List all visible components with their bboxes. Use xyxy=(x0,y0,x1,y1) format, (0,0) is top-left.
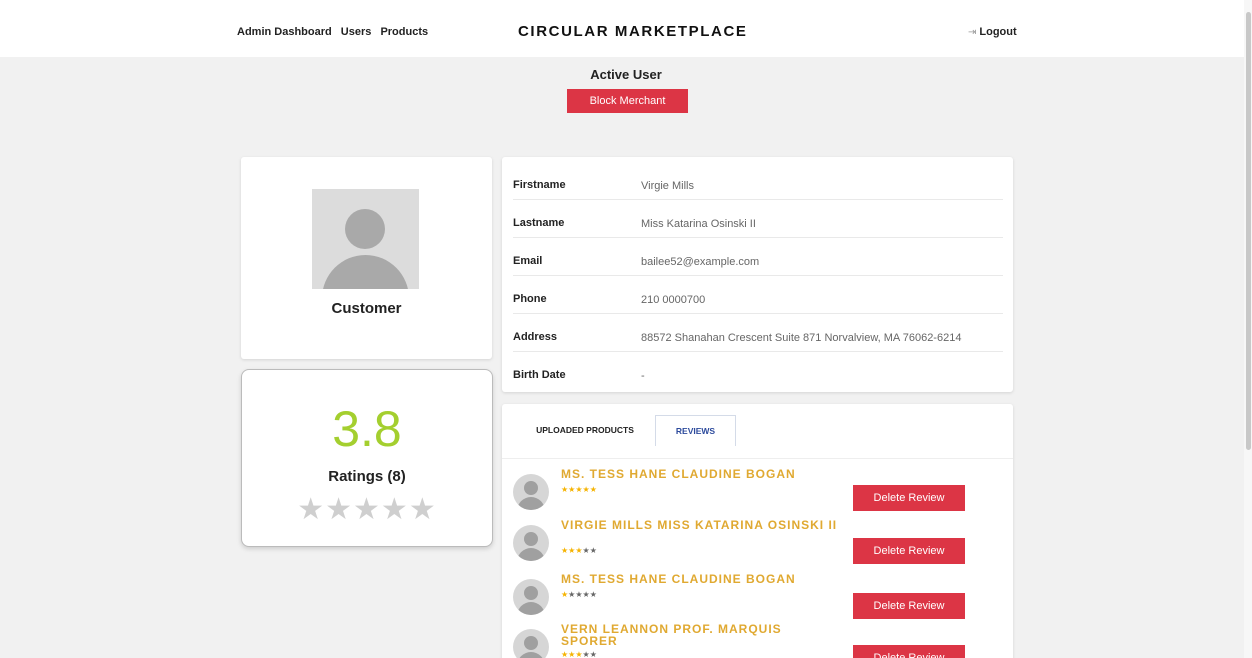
reviewer-avatar-icon xyxy=(513,629,549,658)
review-item: MS. TESS HANE CLAUDINE BOGAN ★★★★★ Delete … xyxy=(513,468,983,518)
reviewer-avatar-icon xyxy=(513,525,549,561)
reviewer-avatar-icon xyxy=(513,579,549,615)
info-row-lastname: Lastname Miss Katarina Osinski II xyxy=(513,200,1003,238)
block-merchant-button[interactable]: Block Merchant xyxy=(567,89,688,113)
rating-card: 3.8 Ratings (8) ★★★★★ xyxy=(241,369,493,547)
info-value: Virgie Mills xyxy=(641,180,694,192)
info-value: - xyxy=(641,370,645,382)
info-value: 210 0000700 xyxy=(641,294,706,306)
nav-link-users[interactable]: Users xyxy=(341,26,372,38)
delete-review-button[interactable]: Delete Review xyxy=(853,645,965,658)
info-row-phone: Phone 210 0000700 xyxy=(513,276,1003,314)
tab-bar: UPLOADED PRODUCTS REVIEWS xyxy=(502,404,1013,459)
nav-link-admin-dashboard[interactable]: Admin Dashboard xyxy=(237,26,332,38)
logout-button[interactable]: ⇥ Logout xyxy=(968,26,1017,38)
tab-reviews[interactable]: REVIEWS xyxy=(655,415,736,446)
review-item: VIRGIE MILLS MISS KATARINA OSINSKI II ★★★… xyxy=(513,519,983,569)
user-avatar-icon xyxy=(312,189,419,289)
reviewer-name: VIRGIE MILLS MISS KATARINA OSINSKI II xyxy=(561,518,838,532)
reviewer-name: VERN LEANNON PROF. MARQUIS SPORER xyxy=(561,622,782,648)
info-label: Birth Date xyxy=(513,369,566,381)
review-item: MS. TESS HANE CLAUDINE BOGAN ★★★★★ Delete … xyxy=(513,573,983,623)
delete-review-button[interactable]: Delete Review xyxy=(853,538,965,564)
nav-link-products[interactable]: Products xyxy=(380,26,428,38)
info-row-firstname: Firstname Virgie Mills xyxy=(513,162,1003,200)
nav-links: Admin Dashboard Users Products xyxy=(237,26,434,38)
info-value: Miss Katarina Osinski II xyxy=(641,218,756,230)
user-status-title: Active User xyxy=(590,67,662,82)
navbar: Admin Dashboard Users Products CIRCULAR … xyxy=(0,0,1244,57)
delete-review-button[interactable]: Delete Review xyxy=(853,485,965,511)
info-row-email: Email bailee52@example.com xyxy=(513,238,1003,276)
logout-label: Logout xyxy=(979,26,1017,38)
delete-review-button[interactable]: Delete Review xyxy=(853,593,965,619)
info-value: 88572 Shanahan Crescent Suite 871 Norval… xyxy=(641,332,962,344)
user-role: Customer xyxy=(331,300,402,317)
profile-card: Customer xyxy=(241,157,492,359)
info-label: Address xyxy=(513,331,558,343)
reviews-card: UPLOADED PRODUCTS REVIEWS MS. TESS HANE … xyxy=(502,404,1013,658)
review-item: VERN LEANNON PROF. MARQUIS SPORER ★★★★★ De… xyxy=(513,623,983,658)
review-stars-icon: ★★★★★ xyxy=(561,650,597,658)
logout-icon: ⇥ xyxy=(968,27,977,38)
reviewer-name: MS. TESS HANE CLAUDINE BOGAN xyxy=(561,467,796,481)
review-stars-icon: ★★★★★ xyxy=(561,485,597,494)
info-value: bailee52@example.com xyxy=(641,256,760,268)
rating-count: Ratings (8) xyxy=(328,468,406,485)
scrollbar[interactable] xyxy=(1244,0,1252,658)
review-stars-icon: ★★★★★ xyxy=(561,590,597,599)
user-info-card: Firstname Virgie Mills Lastname Miss Kat… xyxy=(502,157,1013,392)
brand-title[interactable]: CIRCULAR MARKETPLACE xyxy=(518,23,748,40)
info-label: Email xyxy=(513,255,543,267)
tab-uploaded-products[interactable]: UPLOADED PRODUCTS xyxy=(521,415,649,446)
info-label: Phone xyxy=(513,293,547,305)
reviewer-avatar-icon xyxy=(513,474,549,510)
reviewer-name: MS. TESS HANE CLAUDINE BOGAN xyxy=(561,572,796,586)
rating-value: 3.8 xyxy=(332,401,402,457)
rating-stars-icon: ★★★★★ xyxy=(297,493,437,526)
info-label: Firstname xyxy=(513,179,566,191)
info-row-address: Address 88572 Shanahan Crescent Suite 87… xyxy=(513,314,1003,352)
info-label: Lastname xyxy=(513,217,565,229)
review-stars-icon: ★★★★★ xyxy=(561,546,597,555)
info-row-birth-date: Birth Date - xyxy=(513,352,1003,390)
